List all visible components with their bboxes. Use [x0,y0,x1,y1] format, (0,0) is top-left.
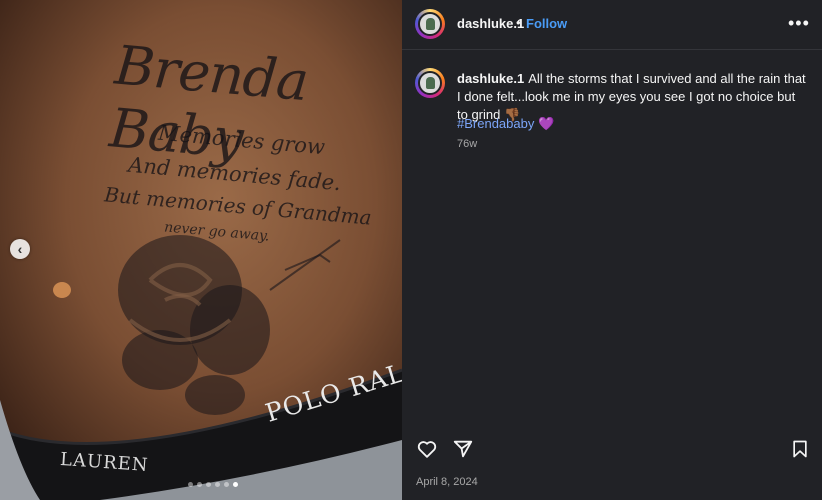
heart-icon[interactable] [416,438,438,460]
post-actions [416,438,474,460]
post-time-ago[interactable]: 76w [457,138,477,150]
post-author-username[interactable]: dashluke.1 [457,16,524,31]
tattoo-line: never go away. [163,219,271,245]
header-divider [402,49,822,50]
carousel-dot-active [233,482,238,487]
post-image: Brenda Baby Memories grow And memories f… [0,0,402,500]
send-icon[interactable] [452,438,474,460]
carousel-dot [215,482,220,487]
more-options-icon[interactable]: ••• [788,13,810,34]
carousel-dot [224,482,229,487]
bookmark-icon[interactable] [790,439,810,459]
caption-username[interactable]: dashluke.1 [457,71,524,86]
carousel-dot [206,482,211,487]
separator-dot: • [516,15,521,30]
post-detail-panel: dashluke.1 • Follow ••• dashluke.1 All th… [402,0,822,500]
tattoo-script: Brenda Baby Memories grow And memories f… [0,0,402,500]
chevron-left-icon: ‹ [17,241,23,257]
post-date: April 8, 2024 [416,476,478,488]
avatar[interactable] [415,68,445,98]
follow-button[interactable]: Follow [526,16,567,31]
carousel-dot [197,482,202,487]
carousel-dot [188,482,193,487]
avatar[interactable] [415,9,445,39]
carousel-prev-button[interactable]: ‹ [10,239,30,259]
carousel-indicator [188,482,238,487]
hashtag-link[interactable]: #Brendababy 💜 [457,116,554,132]
